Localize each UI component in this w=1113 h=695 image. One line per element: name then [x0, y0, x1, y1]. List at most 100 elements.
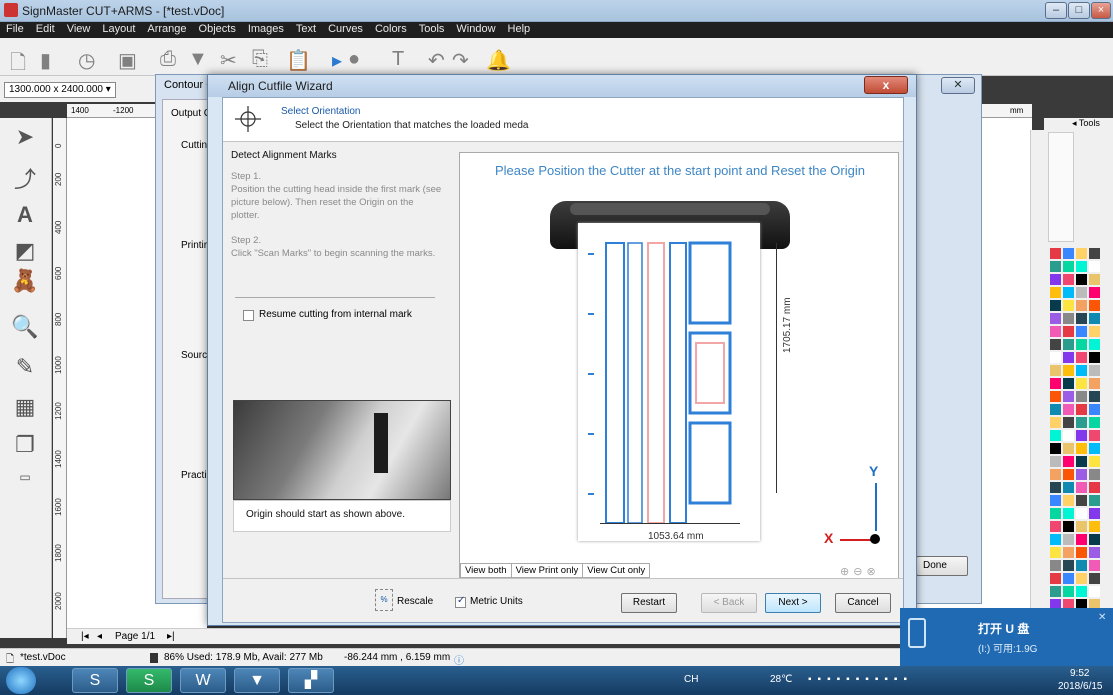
- taskbar-app-word[interactable]: W: [180, 668, 226, 693]
- restart-button[interactable]: Restart: [621, 593, 677, 613]
- minimize-button[interactable]: –: [1045, 2, 1067, 19]
- fruit-icon[interactable]: ●: [348, 48, 360, 71]
- color-swatch[interactable]: [1050, 495, 1061, 506]
- zoom-fit-icon[interactable]: ⊗: [866, 566, 879, 578]
- color-swatch[interactable]: [1063, 443, 1074, 454]
- color-swatch[interactable]: [1063, 248, 1074, 259]
- color-swatch[interactable]: [1063, 300, 1074, 311]
- color-swatch[interactable]: [1050, 560, 1061, 571]
- color-swatch[interactable]: [1076, 339, 1087, 350]
- next-page-icon[interactable]: ▸|: [167, 631, 175, 642]
- color-swatch[interactable]: [1076, 508, 1087, 519]
- color-swatch[interactable]: [1063, 430, 1074, 441]
- color-swatch[interactable]: [1063, 508, 1074, 519]
- done-button[interactable]: Done: [916, 556, 968, 576]
- color-swatch[interactable]: [1089, 547, 1100, 558]
- next-button[interactable]: Next >: [765, 593, 821, 613]
- color-swatch[interactable]: [1063, 326, 1074, 337]
- first-page-icon[interactable]: |◂: [81, 631, 89, 642]
- color-swatch[interactable]: [1089, 417, 1100, 428]
- start-button[interactable]: [6, 667, 36, 694]
- color-swatch[interactable]: [1076, 378, 1087, 389]
- color-swatch[interactable]: [1050, 261, 1061, 272]
- bell-icon[interactable]: 🔔: [486, 48, 511, 73]
- select-arrow-icon[interactable]: ➤: [8, 124, 42, 154]
- color-swatch[interactable]: [1050, 287, 1061, 298]
- ruler-icon[interactable]: ▭: [8, 470, 42, 500]
- color-swatch[interactable]: [1089, 560, 1100, 571]
- menu-images[interactable]: Images: [242, 22, 290, 36]
- menu-edit[interactable]: Edit: [30, 22, 61, 36]
- taskbar-app-green[interactable]: S: [126, 668, 172, 693]
- color-swatch[interactable]: [1076, 326, 1087, 337]
- color-swatch[interactable]: [1063, 495, 1074, 506]
- color-swatch[interactable]: [1076, 521, 1087, 532]
- color-swatch[interactable]: [1076, 261, 1087, 272]
- color-swatch[interactable]: [1076, 430, 1087, 441]
- usb-close-icon[interactable]: ✕: [1098, 612, 1106, 623]
- text-icon[interactable]: A: [8, 202, 42, 232]
- node-edit-icon[interactable]: ⤴: [8, 162, 42, 192]
- color-swatch[interactable]: [1063, 456, 1074, 467]
- undo-icon[interactable]: ↶: [428, 48, 445, 73]
- color-swatch[interactable]: [1076, 352, 1087, 363]
- color-swatch[interactable]: [1089, 261, 1100, 272]
- color-swatch[interactable]: [1076, 287, 1087, 298]
- color-swatch[interactable]: [1063, 469, 1074, 480]
- color-swatch[interactable]: [1050, 534, 1061, 545]
- color-swatch[interactable]: [1050, 469, 1061, 480]
- color-swatch[interactable]: [1089, 404, 1100, 415]
- color-swatch[interactable]: [1076, 391, 1087, 402]
- color-swatch[interactable]: [1089, 443, 1100, 454]
- tray-temperature[interactable]: 28℃: [770, 674, 792, 685]
- color-swatch[interactable]: [1050, 274, 1061, 285]
- color-swatch[interactable]: [1063, 573, 1074, 584]
- cut-icon[interactable]: ✂: [220, 48, 237, 73]
- menu-text[interactable]: Text: [290, 22, 322, 36]
- color-swatch[interactable]: [1050, 586, 1061, 597]
- menu-objects[interactable]: Objects: [193, 22, 242, 36]
- color-swatch[interactable]: [1050, 456, 1061, 467]
- color-swatch[interactable]: [1063, 287, 1074, 298]
- taskbar-app-browser[interactable]: S: [72, 668, 118, 693]
- clock-time[interactable]: 9:52: [1070, 668, 1089, 679]
- color-swatch[interactable]: [1050, 443, 1061, 454]
- color-swatch[interactable]: [1076, 573, 1087, 584]
- color-swatch[interactable]: [1089, 391, 1100, 402]
- color-swatch[interactable]: [1050, 378, 1061, 389]
- color-swatch[interactable]: [1050, 547, 1061, 558]
- fill-icon[interactable]: ▦: [8, 394, 42, 424]
- color-swatch[interactable]: [1076, 469, 1087, 480]
- color-swatch[interactable]: [1063, 521, 1074, 532]
- back-button[interactable]: < Back: [701, 593, 757, 613]
- prev-page-icon[interactable]: ◂: [97, 631, 102, 642]
- color-swatch[interactable]: [1089, 521, 1100, 532]
- color-swatch[interactable]: [1050, 417, 1061, 428]
- metric-units-checkbox[interactable]: [455, 595, 466, 608]
- color-swatch[interactable]: [1050, 573, 1061, 584]
- color-swatch[interactable]: [1050, 365, 1061, 376]
- color-swatch[interactable]: [1076, 404, 1087, 415]
- tab-view-both[interactable]: View both: [460, 563, 512, 578]
- color-swatch[interactable]: [1089, 573, 1100, 584]
- bear-clipart-icon[interactable]: 🧸: [8, 268, 42, 298]
- color-swatch[interactable]: [1076, 274, 1087, 285]
- recent-icon[interactable]: ◷: [78, 48, 95, 73]
- menu-window[interactable]: Window: [450, 22, 501, 36]
- color-swatch[interactable]: [1063, 378, 1074, 389]
- zoom-in-icon[interactable]: ⊕: [840, 566, 853, 578]
- menu-colors[interactable]: Colors: [369, 22, 413, 36]
- color-swatch[interactable]: [1076, 456, 1087, 467]
- color-swatch[interactable]: [1089, 586, 1100, 597]
- color-swatch[interactable]: [1076, 313, 1087, 324]
- paste-icon[interactable]: 📋: [286, 48, 311, 73]
- color-swatch[interactable]: [1089, 482, 1100, 493]
- color-swatch[interactable]: [1063, 391, 1074, 402]
- color-swatch[interactable]: [1089, 248, 1100, 259]
- color-swatch[interactable]: [1076, 365, 1087, 376]
- color-swatch[interactable]: [1076, 300, 1087, 311]
- color-swatch[interactable]: [1076, 482, 1087, 493]
- color-swatch[interactable]: [1076, 534, 1087, 545]
- color-swatch[interactable]: [1063, 417, 1074, 428]
- color-swatch[interactable]: [1050, 391, 1061, 402]
